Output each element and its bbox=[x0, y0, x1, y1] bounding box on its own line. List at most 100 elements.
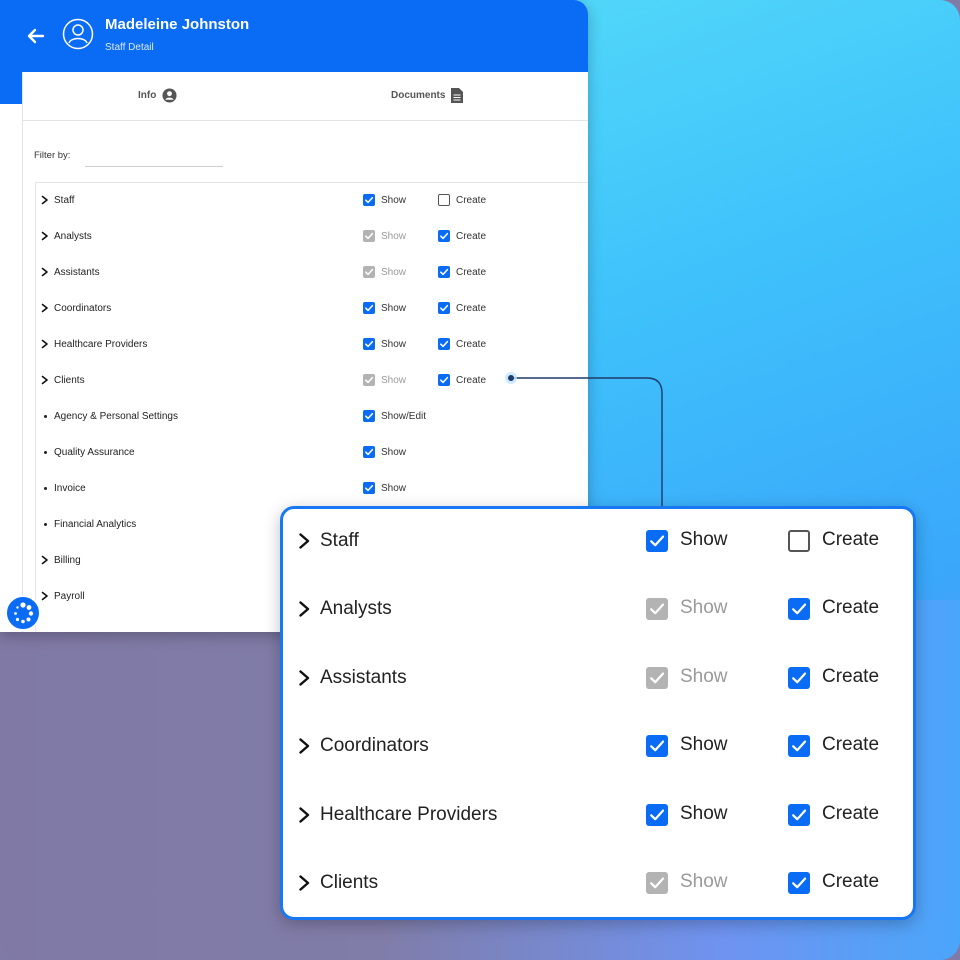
chevron-right-icon[interactable] bbox=[41, 267, 49, 277]
show-checkbox-label: Show bbox=[680, 529, 728, 550]
back-arrow-icon[interactable] bbox=[26, 26, 46, 46]
create-checkbox-label: Create bbox=[456, 231, 487, 242]
permission-row: Invoice Show bbox=[36, 471, 588, 507]
chevron-right-icon[interactable] bbox=[41, 195, 49, 205]
show-checkbox[interactable] bbox=[363, 302, 375, 314]
show-checkbox[interactable] bbox=[363, 410, 375, 422]
tab-info[interactable]: Info bbox=[138, 88, 177, 103]
chevron-right-icon[interactable] bbox=[41, 231, 49, 241]
permission-label: Analysts bbox=[54, 231, 92, 242]
zoomed-permission-row: Analysts Show Create bbox=[283, 577, 913, 645]
chevron-right-icon[interactable] bbox=[299, 670, 310, 686]
create-checkbox[interactable] bbox=[438, 374, 450, 386]
create-checkbox-label: Create bbox=[822, 871, 880, 892]
create-checkbox[interactable] bbox=[438, 338, 450, 350]
create-checkbox[interactable] bbox=[438, 194, 450, 206]
show-checkbox[interactable] bbox=[646, 530, 668, 552]
loading-spinner-icon bbox=[5, 595, 41, 631]
tab-documents-label: Documents bbox=[391, 90, 446, 101]
permission-label: Billing bbox=[54, 555, 81, 566]
chevron-right-icon[interactable] bbox=[41, 339, 49, 349]
zoomed-permission-row: Coordinators Show Create bbox=[283, 714, 913, 782]
show-checkbox-label: Show bbox=[680, 734, 728, 755]
zoomed-permissions-card: Staff Show Create Analysts Show Create Assista… bbox=[280, 506, 916, 920]
show-checkbox[interactable] bbox=[363, 482, 375, 494]
chevron-right-icon[interactable] bbox=[299, 807, 310, 823]
create-checkbox-label: Create bbox=[822, 666, 880, 687]
tab-info-label: Info bbox=[138, 90, 157, 101]
permission-label: Agency & Personal Settings bbox=[54, 411, 178, 422]
account-circle-icon bbox=[162, 88, 177, 103]
create-checkbox-label: Create bbox=[456, 339, 487, 350]
show-checkbox[interactable] bbox=[363, 338, 375, 350]
create-checkbox[interactable] bbox=[788, 667, 810, 689]
chevron-right-icon[interactable] bbox=[299, 601, 310, 617]
create-checkbox-label: Create bbox=[822, 529, 880, 550]
show-checkbox-label: Show bbox=[680, 803, 728, 824]
permission-row: Coordinators Show Create bbox=[36, 291, 588, 327]
tab-bar: Info Documents bbox=[23, 72, 588, 121]
create-checkbox[interactable] bbox=[438, 230, 450, 242]
chevron-right-icon[interactable] bbox=[41, 375, 49, 385]
create-checkbox-label: Create bbox=[822, 734, 880, 755]
zoomed-permission-row: Staff Show Create bbox=[283, 509, 913, 577]
top-app-bar: Madeleine Johnston Staff Detail bbox=[0, 0, 588, 72]
zoomed-permission-label: Healthcare Providers bbox=[320, 804, 498, 825]
permission-label: Staff bbox=[54, 195, 75, 206]
chevron-right-icon[interactable] bbox=[41, 591, 49, 601]
show-checkbox bbox=[646, 598, 668, 620]
zoomed-permission-label: Coordinators bbox=[320, 735, 429, 756]
show-checkbox-label: Show bbox=[381, 483, 407, 494]
permission-row: Assistants Show Create bbox=[36, 255, 588, 291]
zoomed-permission-label: Clients bbox=[320, 872, 379, 893]
show-checkbox bbox=[363, 374, 375, 386]
create-checkbox[interactable] bbox=[438, 302, 450, 314]
create-checkbox[interactable] bbox=[438, 266, 450, 278]
show-checkbox-label: Show bbox=[381, 447, 407, 458]
show-checkbox bbox=[646, 872, 668, 894]
show-checkbox bbox=[646, 667, 668, 689]
user-avatar-icon bbox=[62, 18, 94, 50]
chevron-right-icon[interactable] bbox=[299, 738, 310, 754]
show-checkbox-label: Show bbox=[381, 231, 407, 242]
show-checkbox-label: Show bbox=[381, 267, 407, 278]
page-title: Madeleine Johnston bbox=[105, 16, 250, 33]
create-checkbox-label: Create bbox=[456, 267, 487, 278]
show-checkbox-label: Show bbox=[381, 303, 407, 314]
zoomed-permission-row: Healthcare Providers Show Create bbox=[283, 783, 913, 851]
permission-row: Quality Assurance Show bbox=[36, 435, 588, 471]
permission-row: Staff Show Create bbox=[36, 183, 588, 219]
permission-label: Invoice bbox=[54, 483, 86, 494]
create-checkbox[interactable] bbox=[788, 804, 810, 826]
permission-label: Assistants bbox=[54, 267, 100, 278]
zoomed-permission-row: Assistants Show Create bbox=[283, 646, 913, 714]
filter-input[interactable] bbox=[85, 142, 223, 167]
permission-label: Financial Analytics bbox=[54, 519, 137, 530]
create-checkbox[interactable] bbox=[788, 735, 810, 757]
create-checkbox[interactable] bbox=[788, 530, 810, 552]
bullet-icon bbox=[44, 415, 47, 418]
show-checkbox-label: Show bbox=[381, 339, 407, 350]
permission-label: Coordinators bbox=[54, 303, 112, 314]
permission-label: Quality Assurance bbox=[54, 447, 135, 458]
show-checkbox[interactable] bbox=[363, 194, 375, 206]
chevron-right-icon[interactable] bbox=[299, 875, 310, 891]
show-checkbox bbox=[363, 266, 375, 278]
create-checkbox[interactable] bbox=[788, 872, 810, 894]
zoomed-permission-label: Assistants bbox=[320, 667, 407, 688]
create-checkbox[interactable] bbox=[788, 598, 810, 620]
tab-documents[interactable]: Documents bbox=[391, 88, 464, 103]
show-checkbox-label: Show bbox=[680, 871, 728, 892]
permission-row: Healthcare Providers Show Create bbox=[36, 327, 588, 363]
show-checkbox-label: Show bbox=[680, 597, 728, 618]
permission-row: Analysts Show Create bbox=[36, 219, 588, 255]
chevron-right-icon[interactable] bbox=[299, 533, 310, 549]
permission-row: Agency & Personal Settings Show/Edit bbox=[36, 399, 588, 435]
create-checkbox-label: Create bbox=[822, 803, 880, 824]
chevron-right-icon[interactable] bbox=[41, 303, 49, 313]
show-checkbox[interactable] bbox=[646, 804, 668, 826]
chevron-right-icon[interactable] bbox=[41, 555, 49, 565]
zoomed-permission-label: Analysts bbox=[320, 598, 392, 619]
show-checkbox[interactable] bbox=[646, 735, 668, 757]
show-checkbox[interactable] bbox=[363, 446, 375, 458]
